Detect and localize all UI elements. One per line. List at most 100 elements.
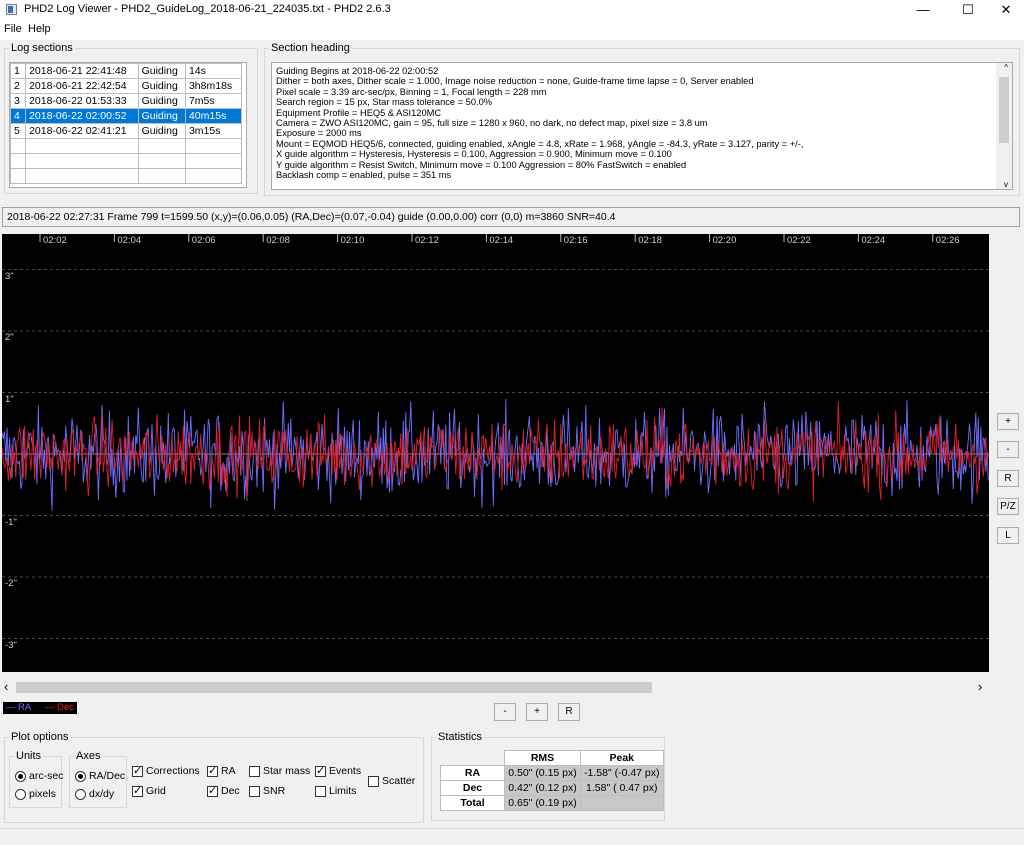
log-section-cell-dur: 40m15s bbox=[184, 108, 243, 124]
log-section-row[interactable] bbox=[9, 138, 243, 154]
log-section-cell-dur: 3m15s bbox=[184, 123, 243, 139]
pixels-radio[interactable] bbox=[15, 789, 26, 800]
section-heading-title: Section heading bbox=[271, 42, 350, 54]
section-heading-line: Search region = 15 px, Star mass toleran… bbox=[276, 97, 493, 108]
graph-scroll-thumb[interactable] bbox=[16, 682, 652, 693]
y-axis-label: -1" bbox=[5, 516, 17, 528]
x-tick-label: 02:14 bbox=[489, 235, 514, 246]
scroll-right-icon[interactable]: › bbox=[978, 679, 982, 694]
arcsec-radio[interactable] bbox=[15, 771, 26, 782]
section-heading-line: Camera = ZWO ASI120MC, gain = 95, full s… bbox=[276, 118, 708, 129]
log-section-row[interactable]: 3 2018-06-22 01:53:33 Guiding 7m5s bbox=[9, 93, 243, 109]
guide-graph[interactable]: 02:02 02:04 02:06 02:08 02:10 02:12 02:14 02:16… bbox=[2, 234, 989, 672]
legend-dec-label: Dec bbox=[57, 702, 74, 713]
log-section-cell-date: 2018-06-22 02:00:52 bbox=[25, 108, 139, 124]
zoom-reset-button[interactable]: R bbox=[558, 703, 580, 721]
log-section-cell-mode: Guiding bbox=[137, 108, 186, 124]
log-section-cell-n: 5 bbox=[9, 123, 27, 139]
log-section-row[interactable]: 4 2018-06-22 02:00:52 Guiding 40m15s bbox=[9, 108, 243, 124]
graph-legend: — RA — Dec bbox=[3, 702, 77, 714]
grid-checkbox[interactable] bbox=[132, 784, 143, 797]
ra-checkbox-label: RA bbox=[221, 765, 236, 777]
scroll-thumb[interactable] bbox=[999, 77, 1009, 143]
window-title: PHD2 Log Viewer - PHD2_GuideLog_2018-06-… bbox=[24, 3, 391, 15]
log-section-cell-mode bbox=[137, 168, 186, 184]
scroll-up-icon[interactable]: ^ bbox=[1004, 63, 1008, 72]
x-tick-label: 02:12 bbox=[415, 235, 439, 246]
log-section-cell-n bbox=[9, 153, 27, 169]
x-tick-label: 02:02 bbox=[43, 235, 67, 246]
stats-header-rms: RMS bbox=[504, 750, 581, 766]
log-section-cell-n: 2 bbox=[9, 78, 27, 94]
stats-row-label: Dec bbox=[440, 780, 505, 796]
menu-bar bbox=[0, 20, 1024, 40]
close-button[interactable]: ✕ bbox=[989, 0, 1023, 20]
log-section-row[interactable]: 1 2018-06-21 22:41:48 Guiding 14s bbox=[9, 63, 243, 79]
axes-title: Axes bbox=[76, 750, 101, 762]
scroll-down-icon[interactable]: v bbox=[1004, 180, 1008, 189]
log-section-cell-date: 2018-06-21 22:42:54 bbox=[25, 78, 139, 94]
log-section-cell-dur bbox=[184, 168, 243, 184]
log-sections-table[interactable]: 1 2018-06-21 22:41:48 Guiding 14s 2 2018-06-2… bbox=[9, 62, 247, 188]
section-heading-scrollbar[interactable]: ^ v bbox=[996, 63, 1012, 189]
log-section-cell-dur: 14s bbox=[184, 63, 243, 79]
section-heading-text[interactable]: Guiding Begins at 2018-06-22 02:00:52 Dit… bbox=[271, 62, 1013, 190]
minimize-button[interactable]: — bbox=[906, 0, 940, 20]
star-mass-checkbox[interactable] bbox=[249, 766, 260, 777]
stats-row-label: Total bbox=[440, 795, 505, 811]
graph-pz-button[interactable]: P/Z bbox=[997, 498, 1019, 515]
section-heading-line: Pixel scale = 3.39 arc-sec/px, Binning =… bbox=[276, 86, 547, 97]
snr-checkbox[interactable] bbox=[249, 786, 260, 797]
limits-label: Limits bbox=[329, 785, 357, 797]
dxdy-radio[interactable] bbox=[75, 789, 86, 800]
star-mass-label: Star mass bbox=[263, 765, 311, 777]
scroll-left-icon[interactable]: ‹ bbox=[4, 679, 8, 694]
x-tick-label: 02:20 bbox=[712, 235, 737, 246]
radec-radio[interactable] bbox=[75, 771, 86, 782]
x-tick-label: 02:18 bbox=[638, 235, 662, 246]
stats-header-peak: Peak bbox=[580, 750, 664, 766]
x-tick-label: 02:06 bbox=[191, 235, 216, 246]
graph-reset-button[interactable]: R bbox=[997, 470, 1019, 487]
events-checkbox[interactable] bbox=[315, 764, 326, 777]
y-axis-label: -2" bbox=[5, 578, 17, 589]
section-heading-line: Guiding Begins at 2018-06-22 02:00:52 bbox=[276, 66, 439, 76]
maximize-button[interactable]: ☐ bbox=[951, 0, 985, 20]
stats-cell bbox=[580, 795, 664, 811]
x-tick-label: 02:10 bbox=[340, 235, 365, 246]
y-axis-label: 2" bbox=[5, 332, 14, 343]
status-bar bbox=[0, 828, 1024, 845]
limits-checkbox[interactable] bbox=[315, 786, 326, 797]
log-section-cell-n bbox=[9, 138, 27, 154]
zoom-in-button[interactable]: + bbox=[526, 703, 548, 721]
log-section-cell-n: 4 bbox=[9, 108, 27, 124]
log-section-row[interactable] bbox=[9, 153, 243, 169]
ra-checkbox[interactable] bbox=[207, 764, 218, 777]
x-tick-label: 02:22 bbox=[787, 235, 811, 246]
corrections-label: Corrections bbox=[146, 765, 200, 777]
menu-help[interactable]: Help bbox=[28, 23, 51, 35]
graph-zoom-in-button[interactable]: + bbox=[997, 413, 1019, 430]
graph-zoom-out-button[interactable]: - bbox=[997, 441, 1019, 458]
log-sections-title: Log sections bbox=[11, 42, 73, 54]
log-section-row[interactable] bbox=[9, 168, 243, 184]
y-axis-label: 1" bbox=[5, 393, 14, 405]
plot-options-title: Plot options bbox=[11, 731, 69, 743]
legend-ra-label: RA bbox=[18, 702, 32, 713]
scatter-label: Scatter bbox=[382, 775, 416, 787]
log-section-row[interactable]: 2 2018-06-21 22:42:54 Guiding 3h8m18s bbox=[9, 78, 243, 94]
stats-cell: 0.65" (0.19 px) bbox=[504, 795, 581, 811]
log-section-row[interactable]: 5 2018-06-22 02:41:21 Guiding 3m15s bbox=[9, 123, 243, 139]
stats-cell: -1.58" (-0.47 px) bbox=[580, 765, 664, 781]
y-axis-label: -3" bbox=[5, 639, 17, 651]
scatter-checkbox[interactable] bbox=[368, 776, 379, 787]
dec-checkbox[interactable] bbox=[207, 784, 218, 797]
zoom-out-button[interactable]: - bbox=[494, 703, 516, 721]
graph-l-button[interactable]: L bbox=[997, 527, 1019, 544]
section-heading-line: Backlash comp = enabled, pulse = 351 ms bbox=[276, 170, 452, 181]
menu-file[interactable]: File bbox=[4, 23, 22, 35]
corrections-checkbox[interactable] bbox=[132, 764, 143, 777]
legend-ra-line-icon: — bbox=[6, 702, 16, 713]
units-title: Units bbox=[16, 750, 42, 762]
log-section-cell-n bbox=[9, 168, 27, 184]
